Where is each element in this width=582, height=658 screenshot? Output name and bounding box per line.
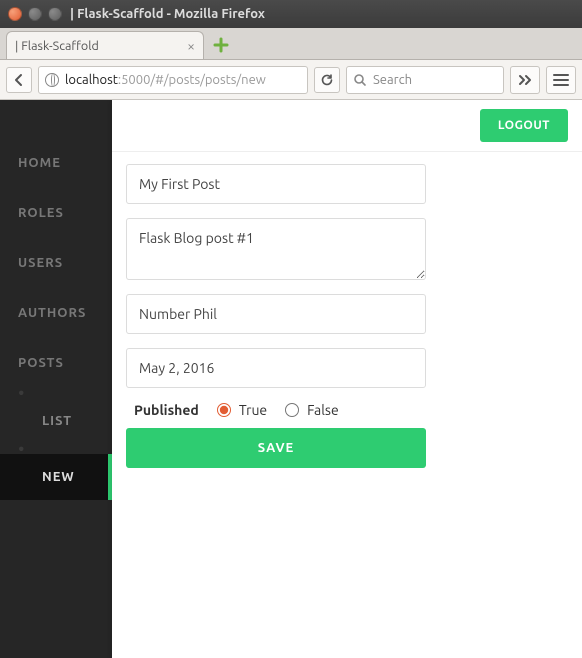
published-label: Published [134,402,199,418]
browser-navbar: localhost:5000/#/posts/posts/new Search [0,60,582,100]
window-close-button[interactable] [8,7,22,21]
plus-icon [213,37,229,53]
content-topbar: LOGOUT [112,100,582,152]
tab-title: | Flask-Scaffold [15,39,99,53]
sidebar-bullet: • [0,444,112,454]
search-placeholder: Search [373,73,412,87]
arrow-left-icon [12,73,26,87]
url-path: :5000/#/posts/posts/new [118,73,266,87]
published-radio-group: Published True False [134,402,418,418]
sidebar-subitem-new[interactable]: NEW [0,454,112,500]
browser-tab[interactable]: | Flask-Scaffold × [6,31,204,59]
main-content: LOGOUT Flask Blog post #1 Published True… [112,100,582,658]
sidebar-item-roles[interactable]: ROLES [0,188,112,238]
search-bar[interactable]: Search [346,66,504,94]
app-viewport: HOME ROLES USERS AUTHORS POSTS • LIST • … [0,100,582,658]
sidebar-item-posts[interactable]: POSTS [0,338,112,388]
sidebar-subitem-list[interactable]: LIST [0,398,112,444]
url-bar[interactable]: localhost:5000/#/posts/posts/new [38,66,308,94]
browser-tabstrip: | Flask-Scaffold × [0,28,582,60]
post-form: Flask Blog post #1 Published True False … [112,152,432,488]
published-false-label: False [307,402,339,418]
back-button[interactable] [6,67,32,93]
tab-close-icon[interactable]: × [187,38,195,54]
sidebar-item-home[interactable]: HOME [0,100,112,188]
sidebar: HOME ROLES USERS AUTHORS POSTS • LIST • … [0,100,112,658]
hamburger-icon [553,74,569,86]
published-true-label: True [239,402,267,418]
globe-icon [45,73,59,87]
chevron-double-right-icon [517,74,533,86]
sidebar-item-authors[interactable]: AUTHORS [0,288,112,338]
toolbar-overflow-button[interactable] [510,66,540,94]
window-maximize-button[interactable] [48,7,62,21]
reload-button[interactable] [314,67,340,93]
post-body-textarea[interactable]: Flask Blog post #1 [126,218,426,280]
sidebar-item-users[interactable]: USERS [0,238,112,288]
window-title: | Flask-Scaffold - Mozilla Firefox [70,7,265,21]
search-icon [353,73,367,87]
window-titlebar: | Flask-Scaffold - Mozilla Firefox [0,0,582,28]
hamburger-menu-button[interactable] [546,66,576,94]
sidebar-bullet: • [0,388,112,398]
window-buttons [8,7,62,21]
logout-button[interactable]: LOGOUT [480,109,568,142]
published-true-radio[interactable] [217,403,231,417]
post-title-input[interactable] [126,164,426,204]
window-minimize-button[interactable] [28,7,42,21]
post-date-input[interactable] [126,348,426,388]
post-author-input[interactable] [126,294,426,334]
url-host: localhost [65,73,118,87]
new-tab-button[interactable] [210,34,232,56]
url-text: localhost:5000/#/posts/posts/new [65,73,266,87]
published-false-radio[interactable] [285,403,299,417]
reload-icon [320,73,334,87]
save-button[interactable]: SAVE [126,428,426,468]
